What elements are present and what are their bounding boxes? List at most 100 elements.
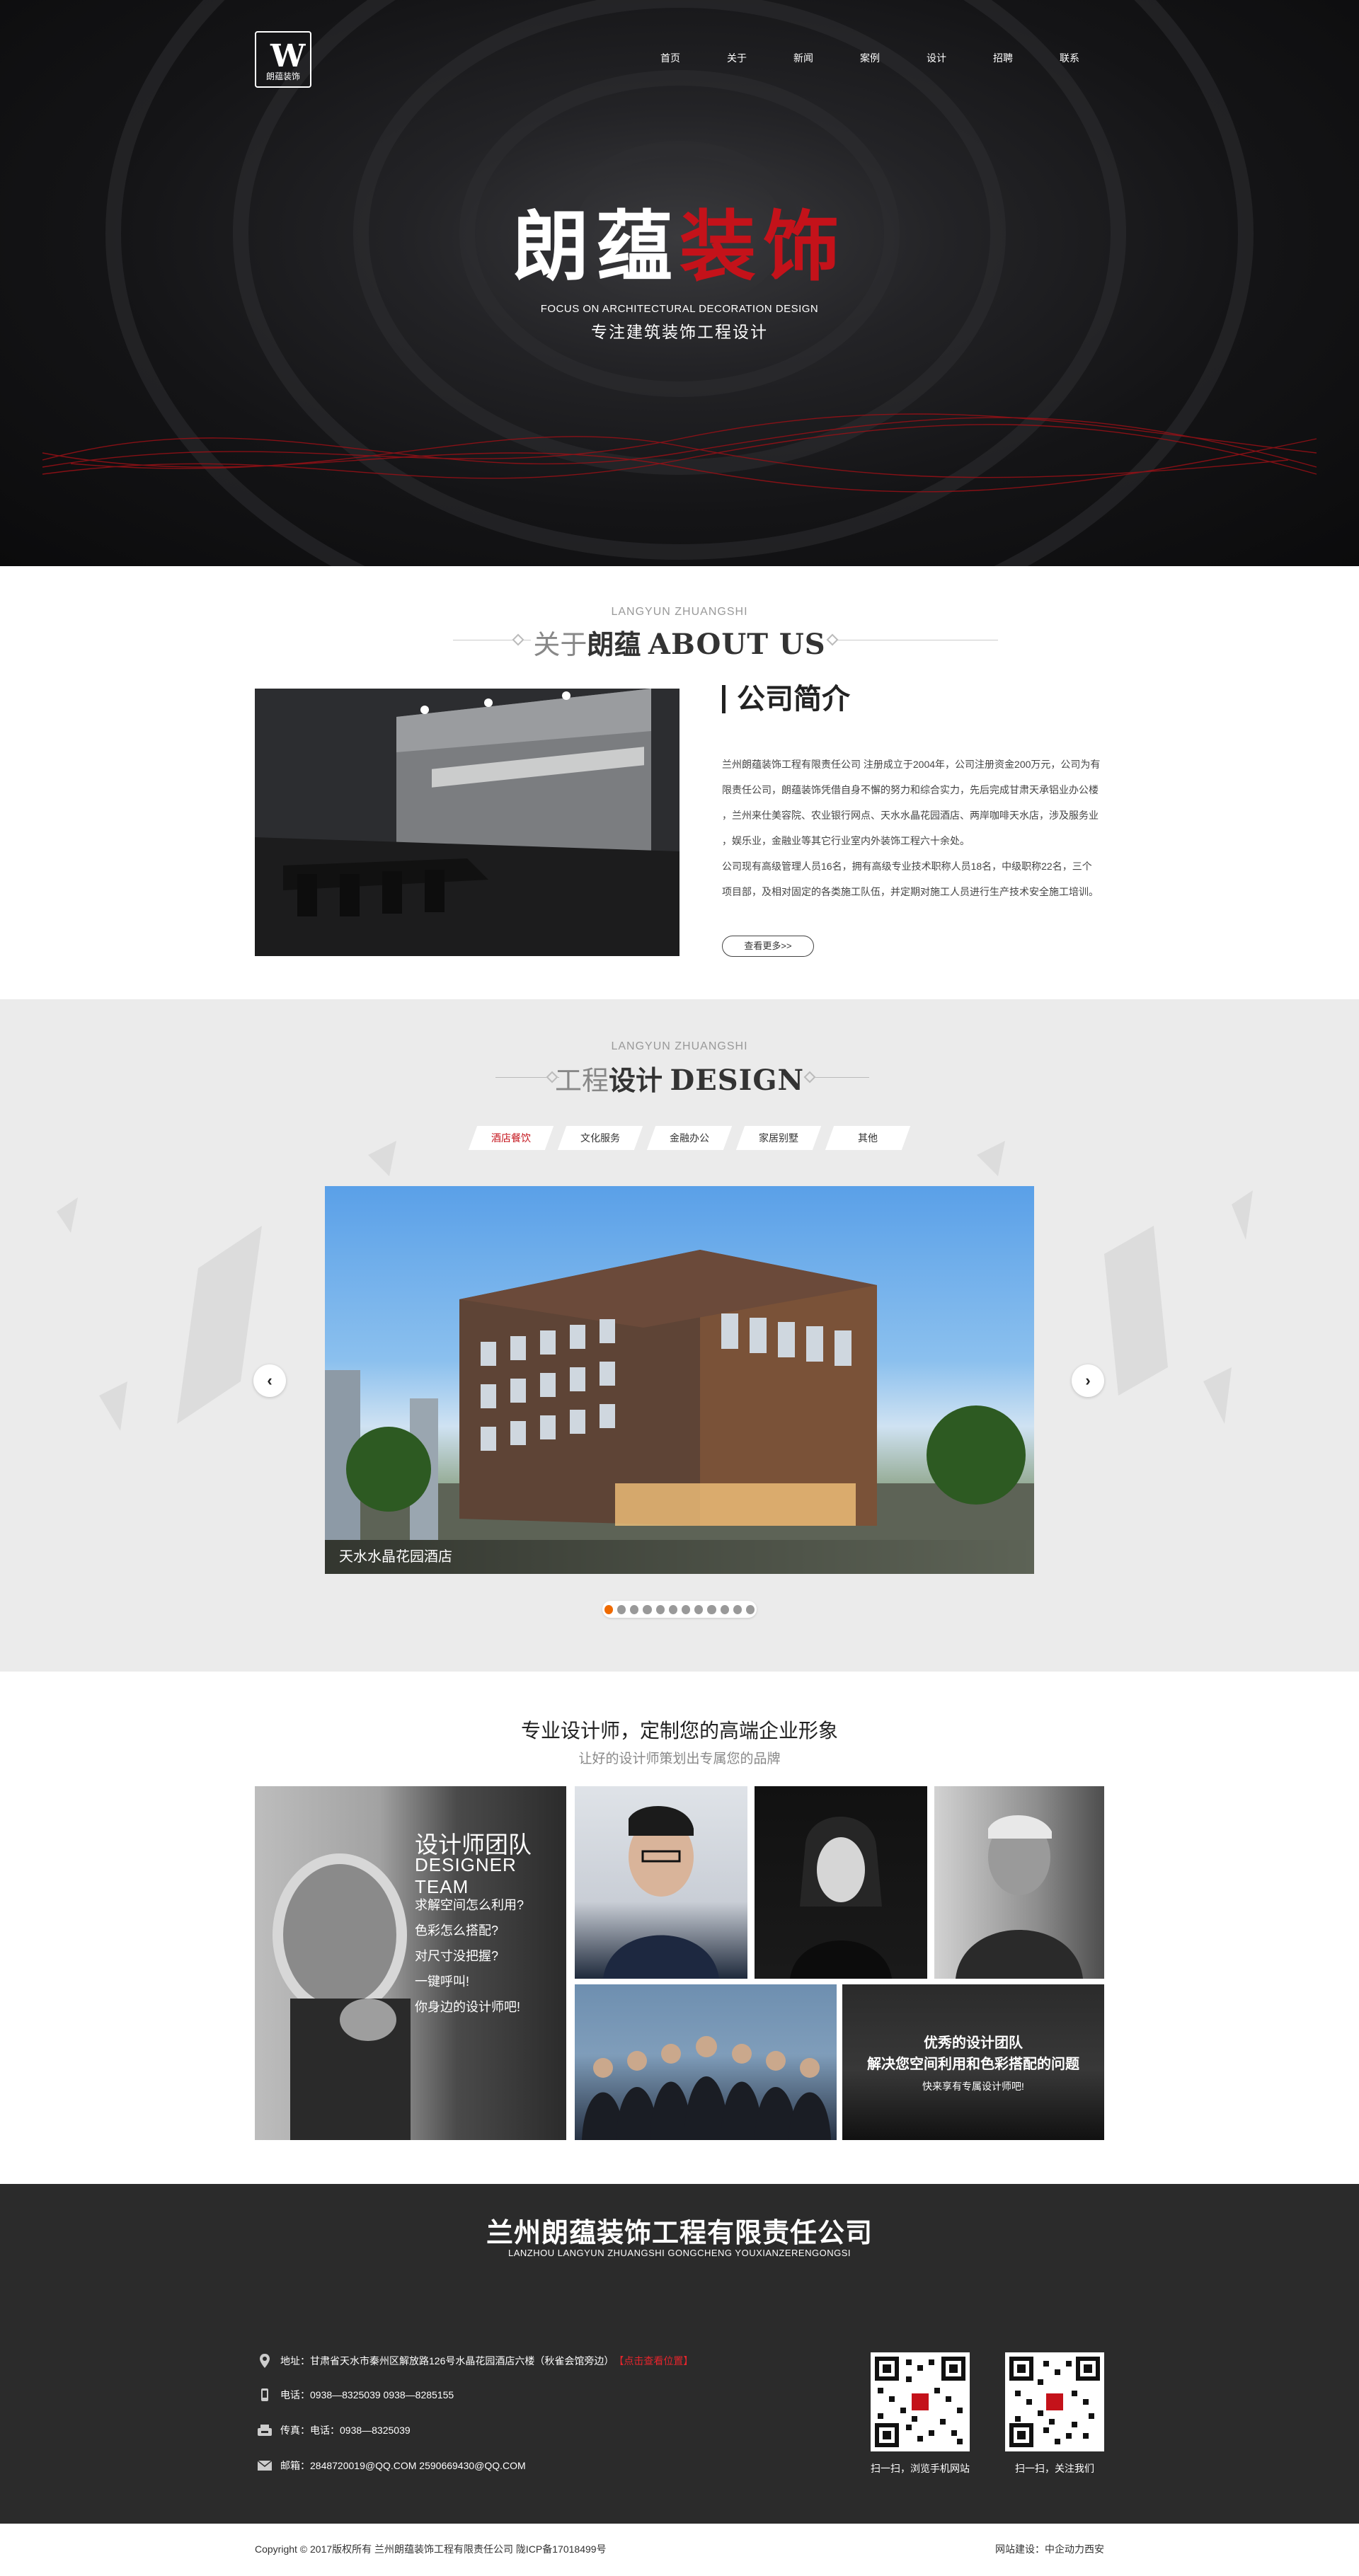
design-title-light: 工程 [554,1066,609,1096]
team-promo-card[interactable]: 优秀的设计团队 解决您空间利用和色彩搭配的问题 快来享有专属设计师吧! [842,1984,1104,2140]
team-group-photo[interactable] [575,1984,837,2140]
designer-team-card[interactable]: 设计师团队 DESIGNER TEAM 求解空间怎么利用? 色彩怎么搭配? 对尺… [255,1786,566,2140]
designer-card-questions: 求解空间怎么利用? 色彩怎么搭配? 对尺寸没把握? 一键呼叫! 你身边的设计师吧… [415,1892,524,2020]
slider-dot[interactable] [682,1604,691,1614]
intro-line: ，兰州来仕美容院、农业银行网点、天水水晶花园酒店、两岸咖啡天水店，涉及服务业 [722,810,1099,821]
slider-dot[interactable] [604,1604,614,1614]
tab-label: 文化服务 [580,1132,620,1144]
view-more-button[interactable]: 查看更多>> [722,936,814,957]
qr-caption-follow: 扫一扫，关注我们 [1015,2463,1094,2474]
slider-dot[interactable] [668,1604,677,1614]
designers-title: 专业设计师，定制您的高端企业形象 [520,1720,838,1742]
nav-item-cases[interactable]: 案例 [837,51,903,65]
map-location-link[interactable]: 【点击查看位置】 [614,2354,693,2368]
hero-title-white: 朗蕴 [512,203,680,292]
phone-icon [258,2388,272,2402]
question-item: 求解空间怎么利用? [415,1898,524,1912]
hero-title: 朗蕴装饰 [0,185,1359,296]
about-section-en: LANGYUN ZHUANGSHI [611,606,748,618]
main-nav: 首页 关于 新闻 案例 设计 招聘 联系 [637,51,1103,65]
footer-email: 邮箱：2848720019@QQ.COM 2590669430@QQ.COM [258,2459,526,2473]
design-title-bold: 设计 [608,1066,663,1096]
qr-code-icon [1009,2357,1100,2447]
intro-line: 兰州朗蕴装饰工程有限责任公司 注册成立于2004年，公司注册资金200万元，公司… [722,759,1101,770]
slider-dot[interactable] [733,1604,742,1614]
about-title-bold: 朗蕴 [587,631,641,660]
designer-photo-male-glasses[interactable] [575,1786,747,1979]
question-item: 你身边的设计师吧! [415,2000,521,2014]
intro-line: 项目部，及相对固定的各类施工队伍，并定期对施工人员进行生产技术安全施工培训。 [722,886,1099,897]
about-office-photo [255,689,680,956]
slide-caption: 天水水晶花园酒店 [325,1540,1034,1574]
slider-dot[interactable] [720,1604,729,1614]
slide-image-hotel[interactable] [325,1186,1034,1574]
tab-label: 其他 [858,1132,878,1144]
location-pin-icon [258,2354,272,2368]
slider-dot[interactable] [643,1604,652,1614]
nav-item-design[interactable]: 设计 [903,51,970,65]
tab-culture-service[interactable]: 文化服务 [557,1126,643,1150]
slider-dot[interactable] [694,1604,704,1614]
slider-dot[interactable] [617,1604,626,1614]
fax-text: 传真：电话：0938—8325039 [280,2425,411,2436]
qr-code-icon [875,2357,965,2447]
slider-prev-button[interactable]: ‹ [253,1364,286,1397]
slider-dot[interactable] [707,1604,716,1614]
design-section-title: 工程设计 DESIGN [0,1059,1359,1098]
design-title-en: DESIGN [670,1064,805,1097]
qr-caption-mobile: 扫一扫，浏览手机网站 [871,2463,970,2474]
email-text: 邮箱：2848720019@QQ.COM 2590669430@QQ.COM [280,2460,526,2471]
site-credit-text: 网站建设：中企动力西安 [995,2543,1104,2555]
mail-icon [258,2459,272,2473]
slider-dot[interactable] [630,1604,639,1614]
copyright-text: Copyright © 2017版权所有 兰州朗蕴装饰工程有限责任公司 陇ICP… [255,2543,607,2555]
slider-dot[interactable] [745,1604,755,1614]
company-intro-heading: 公司简介 [722,685,850,713]
designer-card-title-en: DESIGNER TEAM [415,1854,517,1897]
question-item: 一键呼叫! [415,1974,470,1989]
chevron-left-icon: ‹ [267,1372,273,1389]
tab-finance-office[interactable]: 金融办公 [646,1126,733,1150]
intro-line: 公司现有高级管理人员16名，拥有高级专业技术职称人员18名，中级职称22名，三个 [722,861,1092,872]
office-illustration [255,689,680,956]
nav-item-news[interactable]: 新闻 [770,51,837,65]
footer-address: 地址：甘肃省天水市秦州区解放路126号水晶花园酒店六楼（秋雀会馆旁边） 【点击查… [258,2354,693,2368]
team-promo-line3: 快来享有专属设计师吧! [922,2081,1024,2092]
nav-item-home[interactable]: 首页 [637,51,704,65]
nav-item-contact[interactable]: 联系 [1036,51,1103,65]
footer-fax: 传真：电话：0938—8325039 [258,2423,411,2437]
nav-item-jobs[interactable]: 招聘 [970,51,1036,65]
tab-label: 酒店餐饮 [491,1132,531,1144]
tab-label: 金融办公 [670,1132,709,1144]
footer-phone: 电话：0938—8325039 0938—8285155 [258,2388,454,2402]
tab-other[interactable]: 其他 [825,1126,911,1150]
hero-subtitle-cn: 专注建筑装饰工程设计 [591,323,768,341]
company-intro-text: 兰州朗蕴装饰工程有限责任公司 注册成立于2004年，公司注册资金200万元，公司… [722,752,1104,904]
intro-line: 限责任公司，朗蕴装饰凭借自身不懈的努力和综合实力，先后完成甘肃天承铝业办公楼 [722,784,1099,795]
slider-next-button[interactable]: › [1072,1364,1104,1397]
tab-home-villa[interactable]: 家居别墅 [735,1126,822,1150]
about-section-title: 关于朗蕴 ABOUT US [0,623,1359,662]
designers-subtitle: 让好的设计师策划出专属您的品牌 [578,1752,781,1766]
team-graphic [582,2036,831,2140]
fax-icon [258,2423,272,2437]
question-item: 色彩怎么搭配? [415,1924,499,1938]
slider-pagination [602,1601,757,1618]
portrait-graphic [956,1815,1083,1979]
slider-dot[interactable] [655,1604,665,1614]
phone-text: 电话：0938—8325039 0938—8285155 [280,2389,454,2400]
designer-photo-female[interactable] [755,1786,927,1979]
designer-photo-senior-male[interactable] [934,1786,1104,1979]
qr-code-mobile-site [871,2352,970,2451]
footer-company-name: 兰州朗蕴装饰工程有限责任公司 [486,2216,873,2248]
about-title-en: ABOUT US [648,628,826,661]
tab-label: 家居别墅 [759,1132,798,1144]
site-logo[interactable]: W 朗蕴装饰 [255,31,311,88]
team-promo-line1: 优秀的设计团队 [924,2035,1023,2051]
hero-subtitle-en: FOCUS ON ARCHITECTURAL DECORATION DESIGN [540,303,819,315]
design-category-tabs: 酒店餐饮 文化服务 金融办公 家居别墅 其他 [468,1126,919,1150]
intro-line: ，娱乐业，金融业等其它行业室内外装饰工程六十余处。 [722,835,970,846]
nav-item-about[interactable]: 关于 [704,51,770,65]
team-promo-line2: 解决您空间利用和色彩搭配的问题 [867,2057,1079,2072]
tab-hotel-dining[interactable]: 酒店餐饮 [468,1126,554,1150]
